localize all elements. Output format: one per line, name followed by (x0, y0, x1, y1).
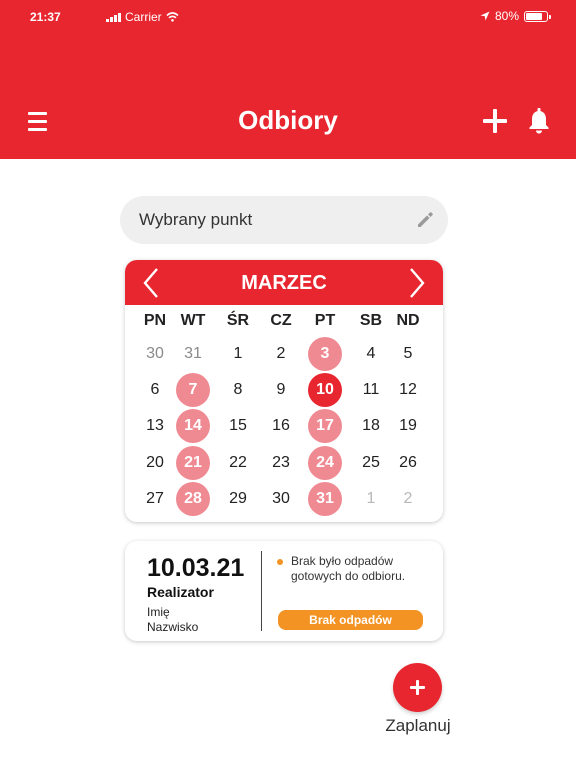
calendar: MARZEC PN WT ŚR CZ PT SB ND 30 31 1 2 3 4 5 6 7 8 9 10 11 1… (125, 260, 443, 522)
status-time: 21:37 (30, 10, 61, 24)
battery-percent: 80% (494, 9, 519, 23)
calendar-day-pickup[interactable]: 14 (176, 409, 210, 443)
pencil-icon[interactable] (415, 210, 435, 230)
calendar-day[interactable]: 6 (138, 373, 172, 407)
calendar-day[interactable]: 11 (354, 373, 388, 407)
calendar-day-pickup[interactable]: 24 (308, 446, 342, 480)
calendar-day[interactable]: 19 (391, 409, 425, 443)
calendar-day[interactable]: 1 (221, 337, 255, 371)
weekday-label: ND (396, 312, 420, 329)
pickup-date: 10.03.21 (147, 554, 245, 582)
calendar-day[interactable]: 18 (354, 409, 388, 443)
calendar-day-outside-month[interactable]: 1 (354, 482, 388, 516)
calendar-day[interactable]: 25 (354, 446, 388, 480)
card-divider (261, 551, 262, 631)
calendar-day[interactable]: 26 (391, 446, 425, 480)
pickup-info-card: 10.03.21 Realizator Imię Nazwisko Brak b… (125, 541, 443, 641)
point-selector-label: Wybrany punkt (139, 210, 253, 229)
bell-icon[interactable] (527, 108, 551, 134)
calendar-day[interactable]: 27 (138, 482, 172, 516)
wifi-icon (166, 12, 179, 22)
pickup-last-name: Nazwisko (147, 620, 199, 634)
point-selector[interactable]: Wybrany punkt (120, 196, 448, 244)
weekday-label: SB (359, 312, 383, 329)
pickup-role: Realizator (147, 584, 214, 600)
calendar-day-outside-month[interactable]: 31 (176, 337, 210, 371)
calendar-day[interactable]: 29 (221, 482, 255, 516)
calendar-day-outside-month[interactable]: 30 (138, 337, 172, 371)
calendar-day[interactable]: 15 (221, 409, 255, 443)
calendar-day-pickup[interactable]: 21 (176, 446, 210, 480)
pickup-first-name: Imię (147, 605, 170, 619)
status-right: 80% (480, 9, 551, 23)
status-bar: 21:37 Carrier 80% (0, 0, 576, 34)
calendar-day[interactable]: 2 (264, 337, 298, 371)
calendar-day[interactable]: 8 (221, 373, 255, 407)
calendar-header: MARZEC (125, 260, 443, 305)
weekday-label: PN (143, 312, 167, 329)
calendar-day-pickup[interactable]: 17 (308, 409, 342, 443)
weekday-label: PT (314, 312, 336, 329)
status-badge[interactable]: Brak odpadów (278, 610, 423, 630)
calendar-day-pickup[interactable]: 3 (308, 337, 342, 371)
calendar-day[interactable]: 5 (391, 337, 425, 371)
weekday-label: WT (180, 312, 206, 329)
calendar-day[interactable]: 12 (391, 373, 425, 407)
calendar-day-selected[interactable]: 10 (308, 373, 342, 407)
calendar-day-pickup[interactable]: 7 (176, 373, 210, 407)
pickup-message: Brak było odpadów gotowych do odbioru. (291, 554, 406, 583)
calendar-day[interactable]: 23 (264, 446, 298, 480)
add-button[interactable] (483, 109, 507, 133)
calendar-day-pickup[interactable]: 28 (176, 482, 210, 516)
calendar-day[interactable]: 4 (354, 337, 388, 371)
calendar-day-outside-month[interactable]: 2 (391, 482, 425, 516)
status-dot-icon (277, 559, 283, 565)
calendar-day[interactable]: 9 (264, 373, 298, 407)
app-header: 21:37 Carrier 80% Odbiory (0, 0, 576, 159)
calendar-day[interactable]: 22 (221, 446, 255, 480)
calendar-day[interactable]: 20 (138, 446, 172, 480)
location-arrow-icon (480, 11, 490, 21)
carrier-info: Carrier (106, 10, 179, 24)
weekday-label: ŚR (226, 312, 250, 329)
chevron-right-icon[interactable] (401, 267, 431, 299)
schedule-button-label[interactable]: Zaplanuj (376, 716, 460, 736)
calendar-day[interactable]: 16 (264, 409, 298, 443)
calendar-month: MARZEC (241, 272, 327, 294)
weekday-label: CZ (270, 312, 292, 329)
battery-icon (524, 10, 551, 22)
schedule-button[interactable] (393, 663, 442, 712)
signal-icon (106, 12, 121, 22)
carrier-name: Carrier (125, 10, 162, 24)
calendar-day[interactable]: 13 (138, 409, 172, 443)
calendar-day-pickup[interactable]: 31 (308, 482, 342, 516)
calendar-day[interactable]: 30 (264, 482, 298, 516)
